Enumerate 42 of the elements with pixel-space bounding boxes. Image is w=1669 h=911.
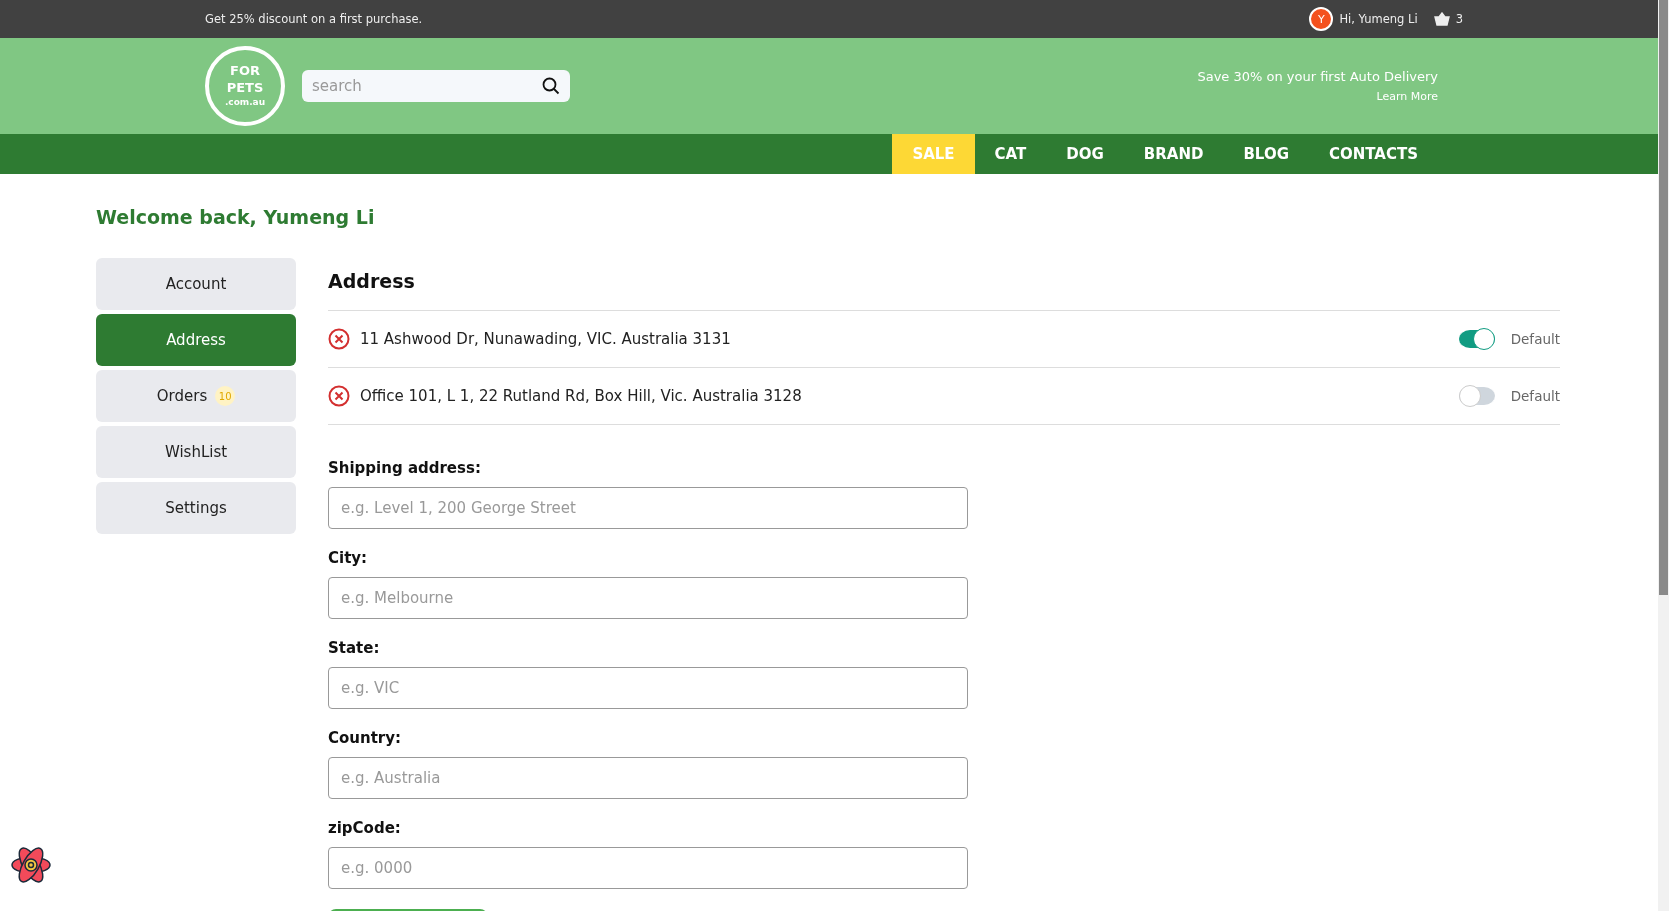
address-text: 11 Ashwood Dr, Nunawading, VIC. Australia 3131 [360, 330, 732, 348]
section-title: Address [328, 258, 1560, 311]
field-label: City: [328, 549, 369, 567]
greeting-text: Hi, Yumeng Li [1339, 12, 1418, 26]
toggle-label: Default [1510, 331, 1560, 347]
remove-icon[interactable] [328, 328, 350, 350]
nav-tab[interactable]: BLOG [1223, 134, 1309, 174]
nav-tab[interactable]: CAT [974, 134, 1047, 174]
scrollbar-thumb[interactable] [1659, 0, 1668, 595]
promo-text: Get 25% discount on a first purchase. [205, 12, 423, 26]
input-field[interactable]: e.g. Australia [328, 757, 968, 799]
sidebar-item[interactable]: Settings [96, 482, 296, 534]
field-label: Country: [328, 729, 402, 747]
sidebar-label: Orders [156, 387, 208, 405]
sidebar-item[interactable]: WishList [96, 426, 296, 478]
user-avatar[interactable]: Y [1309, 7, 1334, 31]
sidebar-item[interactable]: Account [96, 258, 296, 310]
nav-tab[interactable]: CONTACTS [1308, 134, 1438, 174]
input-field[interactable]: e.g. Melbourne [328, 577, 968, 619]
address-text: Office 101, L 1, 22 Rutland Rd, Box Hill, Vic. Australia 3128 [360, 387, 803, 405]
toggle-label: Default [1510, 388, 1560, 404]
field-label: Shipping address: [328, 459, 482, 477]
cart-count: 3 [1455, 12, 1463, 26]
basket-icon[interactable] [1433, 12, 1450, 26]
sidebar-item[interactable]: Address [96, 314, 296, 366]
default-toggle[interactable] [1458, 385, 1495, 407]
welcome-heading: Welcome back, Yumeng Li [96, 206, 376, 228]
input-field[interactable]: e.g. 0000 [328, 847, 968, 889]
field-label: zipCode: [328, 819, 402, 837]
offer-text: Save 30% on your first Auto Delivery [1197, 69, 1438, 84]
atom-icon[interactable] [10, 845, 52, 885]
nav-tab[interactable]: DOG [1046, 134, 1124, 174]
remove-icon[interactable] [328, 385, 350, 407]
input-field[interactable]: e.g. Level 1, 200 George Street [328, 487, 968, 529]
nav-tab[interactable]: BRAND [1123, 134, 1224, 174]
search-field[interactable]: search [302, 70, 570, 102]
search-icon[interactable] [542, 77, 560, 95]
field-label: State: [328, 639, 381, 657]
count-badge: 10 [215, 386, 236, 406]
default-toggle[interactable] [1458, 328, 1495, 350]
sidebar-item[interactable]: Orders 10 [96, 370, 296, 422]
input-field[interactable]: e.g. VIC [328, 667, 968, 709]
